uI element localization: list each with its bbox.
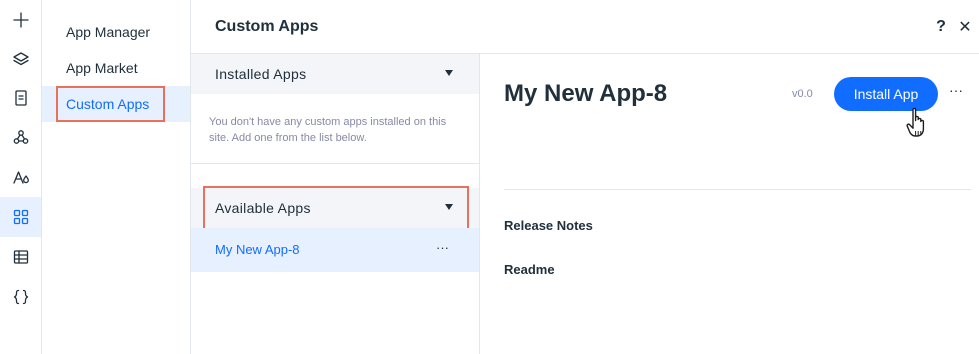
list-item[interactable]: My New App-8 ··· [191, 228, 479, 272]
readme-link[interactable]: Readme [504, 262, 555, 277]
empty-state-message: You don't have any custom apps installed… [209, 116, 447, 144]
caret-down-icon [445, 70, 453, 76]
app-name-link[interactable]: My New App-8 [215, 228, 300, 272]
theme-button[interactable] [0, 157, 41, 197]
nav-item-label: App Manager [66, 24, 151, 40]
section-heading: Installed Apps [215, 66, 307, 82]
nav-item-app-manager[interactable]: App Manager [42, 14, 190, 50]
page-title: Custom Apps [215, 18, 319, 35]
highlight-outline [203, 186, 469, 230]
code-button[interactable] [0, 277, 41, 317]
nav-item-custom-apps[interactable]: Custom Apps [42, 86, 190, 122]
close-icon: ✕ [958, 19, 972, 36]
icon-rail [0, 0, 42, 354]
highlight-outline [56, 86, 165, 122]
pages-button[interactable] [0, 78, 41, 118]
connections-icon [13, 130, 28, 144]
code-braces-icon [13, 289, 28, 305]
apps-nav: App Manager App Market Custom Apps [42, 0, 191, 354]
table-icon [13, 250, 28, 264]
version-label: v0.0 [792, 88, 813, 100]
more-actions-icon[interactable]: ··· [949, 82, 963, 98]
apps-list-column: Installed Apps You don't have any custom… [191, 54, 480, 354]
apps-button[interactable] [0, 197, 41, 237]
layers-icon [12, 52, 29, 66]
apps-grid-icon [13, 209, 28, 225]
release-notes-link[interactable]: Release Notes [504, 218, 593, 233]
close-button[interactable]: ✕ [955, 17, 975, 37]
plus-icon [12, 12, 29, 28]
connections-button[interactable] [0, 117, 41, 157]
divider [504, 189, 971, 190]
app-detail-panel: My New App-8 v0.0 Install App ··· Releas… [481, 54, 979, 354]
panel-header: Custom Apps ? ✕ [191, 0, 979, 54]
divider [191, 163, 479, 164]
layers-button[interactable] [0, 39, 41, 79]
app-title: My New App-8 [504, 80, 668, 107]
more-actions-icon[interactable]: ··· [436, 240, 449, 255]
page-icon [14, 90, 27, 106]
installed-apps-section-toggle[interactable]: Installed Apps [191, 54, 479, 94]
hand-pointer-icon [906, 107, 925, 137]
nav-item-label: App Market [66, 60, 138, 76]
add-elements-button[interactable] [0, 0, 41, 40]
cms-button[interactable] [0, 237, 41, 277]
nav-item-app-market[interactable]: App Market [42, 50, 190, 86]
theme-icon [12, 171, 29, 184]
help-button[interactable]: ? [931, 17, 951, 37]
